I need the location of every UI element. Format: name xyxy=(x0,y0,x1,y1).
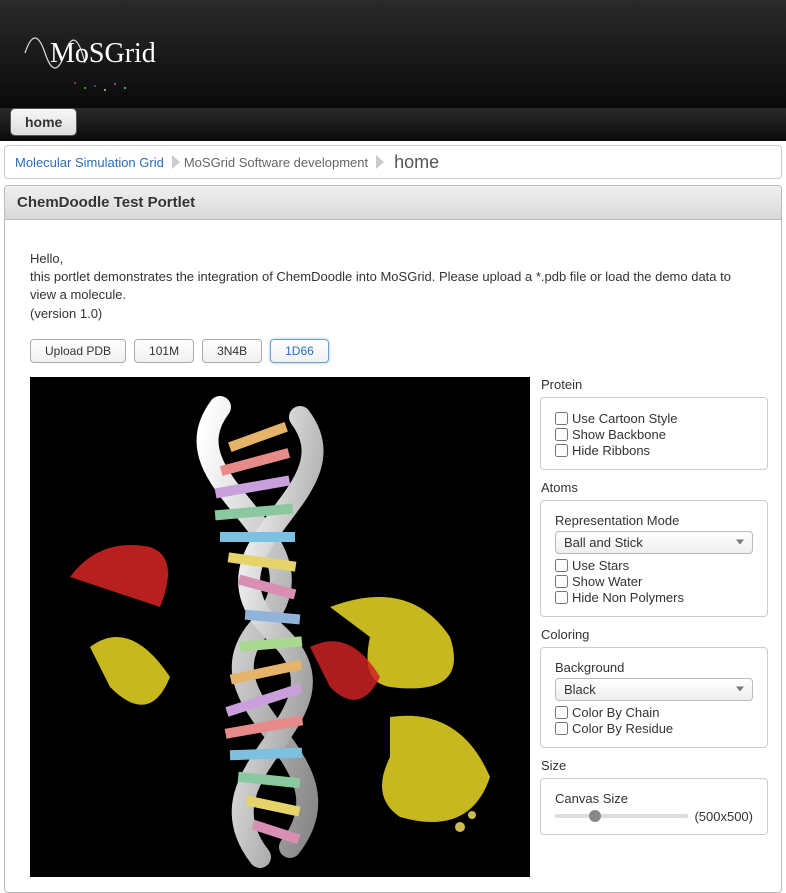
load-3n4b-button[interactable]: 3N4B xyxy=(202,339,262,363)
bg-label: Background xyxy=(555,660,753,675)
molecule-canvas[interactable] xyxy=(30,377,530,877)
backbone-checkbox[interactable] xyxy=(555,428,568,441)
color-chain-checkbox[interactable] xyxy=(555,706,568,719)
chevron-down-icon xyxy=(736,687,744,692)
canvas-size-slider[interactable] xyxy=(555,814,688,818)
bg-select[interactable]: Black xyxy=(555,678,753,701)
breadcrumb-item-project[interactable]: MoSGrid Software development xyxy=(184,155,388,170)
load-101m-button[interactable]: 101M xyxy=(134,339,194,363)
stars-checkbox[interactable] xyxy=(555,559,568,572)
water-checkbox[interactable] xyxy=(555,575,568,588)
slider-thumb-icon[interactable] xyxy=(589,810,601,822)
protein-title: Protein xyxy=(540,377,768,392)
chevron-down-icon xyxy=(736,540,744,545)
color-chain-label[interactable]: Color By Chain xyxy=(572,705,659,720)
atoms-title: Atoms xyxy=(540,480,768,495)
coloring-title: Coloring xyxy=(540,627,768,642)
load-1d66-button[interactable]: 1D66 xyxy=(270,339,329,363)
backbone-label[interactable]: Show Backbone xyxy=(572,427,666,442)
hide-ribbons-label[interactable]: Hide Ribbons xyxy=(572,443,650,458)
water-label[interactable]: Show Water xyxy=(572,574,642,589)
breadcrumb-item-root[interactable]: Molecular Simulation Grid xyxy=(15,155,184,170)
hide-nonpoly-label[interactable]: Hide Non Polymers xyxy=(572,590,684,605)
breadcrumb-current: home xyxy=(388,152,439,173)
breadcrumb: Molecular Simulation Grid MoSGrid Softwa… xyxy=(4,145,782,179)
atoms-section: Atoms Representation Mode Ball and Stick… xyxy=(540,480,768,617)
stars-label[interactable]: Use Stars xyxy=(572,558,629,573)
intro-body: this portlet demonstrates the integratio… xyxy=(30,268,756,304)
intro-greeting: Hello, xyxy=(30,250,756,268)
brand-name: MoSGrid xyxy=(50,38,156,70)
top-banner: MoSGrid xyxy=(0,0,786,108)
protein-section: Protein Use Cartoon Style Show Backbone xyxy=(540,377,768,470)
nav-tabs: home xyxy=(0,108,786,141)
rep-mode-value: Ball and Stick xyxy=(564,535,643,550)
tab-home[interactable]: home xyxy=(10,108,77,136)
size-section: Size Canvas Size (500x500) xyxy=(540,758,768,835)
controls-panel: Protein Use Cartoon Style Show Backbone xyxy=(540,377,768,845)
coloring-section: Coloring Background Black Color By Chain xyxy=(540,627,768,748)
canvas-size-label: Canvas Size xyxy=(555,791,753,806)
portlet: ChemDoodle Test Portlet Hello, this port… xyxy=(4,185,782,893)
brand-logo[interactable]: MoSGrid xyxy=(10,8,150,98)
hide-nonpoly-checkbox[interactable] xyxy=(555,591,568,604)
bg-value: Black xyxy=(564,682,596,697)
portlet-title: ChemDoodle Test Portlet xyxy=(5,186,781,220)
intro-text: Hello, this portlet demonstrates the int… xyxy=(30,250,756,323)
molecule-render-icon xyxy=(30,377,530,877)
rep-mode-select[interactable]: Ball and Stick xyxy=(555,531,753,554)
color-residue-label[interactable]: Color By Residue xyxy=(572,721,673,736)
cartoon-label[interactable]: Use Cartoon Style xyxy=(572,411,678,426)
size-title: Size xyxy=(540,758,768,773)
hide-ribbons-checkbox[interactable] xyxy=(555,444,568,457)
cartoon-checkbox[interactable] xyxy=(555,412,568,425)
color-residue-checkbox[interactable] xyxy=(555,722,568,735)
button-row: Upload PDB 101M 3N4B 1D66 xyxy=(30,339,756,363)
rep-mode-label: Representation Mode xyxy=(555,513,753,528)
canvas-size-value: (500x500) xyxy=(694,809,753,824)
intro-version: (version 1.0) xyxy=(30,305,756,323)
upload-pdb-button[interactable]: Upload PDB xyxy=(30,339,126,363)
